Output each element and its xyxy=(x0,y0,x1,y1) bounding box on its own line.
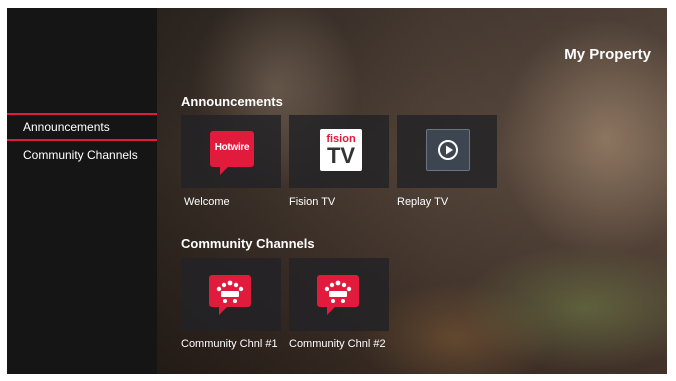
tile-fision-tv[interactable]: fision TV xyxy=(289,115,389,188)
tile-community-chnl-1[interactable] xyxy=(181,258,281,331)
fision-logo-tv-text: TV xyxy=(326,143,356,168)
community-meeting-icon xyxy=(317,275,359,315)
play-circle-icon xyxy=(438,140,458,160)
replay-play-icon xyxy=(426,129,470,171)
section-title-community-channels: Community Channels xyxy=(181,236,315,251)
sidebar-item-announcements[interactable]: Announcements xyxy=(7,113,157,141)
hotwire-logo-text: Hotwire xyxy=(214,142,250,153)
section-title-announcements: Announcements xyxy=(181,94,283,109)
tile-welcome[interactable]: Hotwire xyxy=(181,115,281,188)
tile-label-replay-tv: Replay TV xyxy=(397,196,449,208)
people-table-icon xyxy=(216,280,244,303)
tile-label-community-chnl-1: Community Chnl #1 xyxy=(181,338,278,350)
page-title: My Property xyxy=(564,46,651,63)
tv-screen: Announcements Community Channels My Prop… xyxy=(7,8,667,374)
tile-label-fision-tv: Fision TV xyxy=(289,196,336,208)
sidebar: Announcements Community Channels xyxy=(7,8,157,374)
community-meeting-icon xyxy=(209,275,251,315)
tile-community-chnl-2[interactable] xyxy=(289,258,389,331)
tile-label-welcome: Welcome xyxy=(184,196,230,208)
fision-tv-icon: fision TV xyxy=(320,129,362,171)
sidebar-nav: Announcements Community Channels xyxy=(7,113,157,167)
people-table-icon xyxy=(324,280,352,303)
sidebar-item-community-channels[interactable]: Community Channels xyxy=(7,143,157,167)
tile-replay-tv[interactable] xyxy=(397,115,497,188)
hotwire-logo-icon: Hotwire xyxy=(210,131,254,175)
tile-label-community-chnl-2: Community Chnl #2 xyxy=(289,338,386,350)
